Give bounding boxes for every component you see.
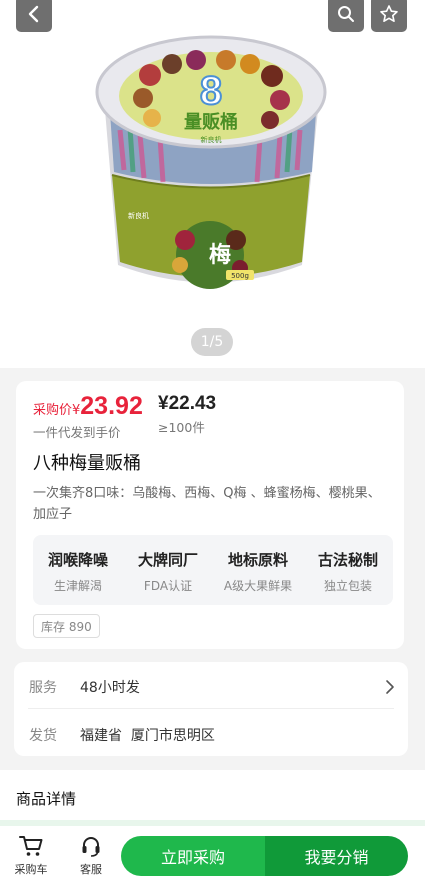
service-label: 服务 [29, 680, 57, 696]
cart-label: 采购车 [14, 863, 48, 876]
back-arrow-icon [28, 5, 39, 23]
divider [28, 708, 394, 709]
product-image: 8 量贩桶 新良机 新良机 梅 500g [95, 35, 327, 289]
headset-icon [82, 837, 100, 857]
bulk-price-section: ¥22.43 ≥100件 [158, 393, 216, 436]
feature-sub: 独立包装 [323, 579, 372, 593]
feature-sub: A级大果鲜果 [223, 579, 293, 593]
feature-item: 大牌同厂 FDA认证 [123, 535, 213, 605]
back-button[interactable] [16, 0, 52, 32]
feature-title: 地标原料 [227, 551, 288, 569]
feature-title: 古法秘制 [317, 551, 378, 569]
distribute-button[interactable]: 我要分销 [265, 836, 408, 876]
shipping-value: 福建省 厦门市思明区 [80, 728, 215, 744]
product-title: 八种梅量贩桶 [33, 453, 141, 474]
feature-sub: FDA认证 [143, 579, 193, 593]
shipping-row: 发货 福建省 厦门市思明区 [29, 725, 215, 745]
shipping-label: 发货 [29, 728, 57, 744]
feature-item: 地标原料 A级大果鲜果 [213, 535, 303, 605]
lid-brand: 新良机 [201, 135, 222, 144]
product-image-area[interactable]: 8 量贩桶 新良机 新良机 梅 500g 1/5 [0, 0, 425, 368]
star-icon [380, 5, 398, 22]
lid-number: 8 [200, 69, 222, 113]
lid-text: 量贩桶 [184, 111, 238, 133]
favorite-button[interactable] [371, 0, 407, 32]
feature-title: 大牌同厂 [137, 551, 198, 569]
service-value: 48小时发 [80, 680, 140, 696]
stock-badge: 库存 890 [33, 614, 100, 638]
bulk-price-note: ≥100件 [158, 420, 205, 435]
feature-title: 润喉降噪 [47, 551, 108, 569]
label-char: 梅 [209, 242, 231, 268]
image-pager: 1/5 [191, 328, 233, 356]
support-tab[interactable]: 客服 [68, 834, 114, 877]
details-section: 商品详情 [0, 770, 425, 826]
body-brand: 新良机 [128, 211, 149, 220]
label-weight: 500g [231, 272, 249, 280]
purchase-price-value: 23.92 [80, 392, 143, 420]
details-title: 商品详情 [16, 790, 77, 808]
cta-group: 立即采购 我要分销 [121, 836, 408, 876]
product-description: 一次集齐8口味：乌酸梅、西梅、Q梅 、蜂蜜杨梅、樱桃果、加应子 [33, 486, 381, 522]
bulk-price-value: ¥22.43 [158, 393, 217, 414]
support-label: 客服 [80, 863, 102, 876]
feature-list: 润喉降噪 生津解渴 大牌同厂 FDA认证 地标原料 A级大果鲜果 古法秘制 独立… [33, 535, 393, 605]
buy-now-button[interactable]: 立即采购 [121, 836, 265, 876]
chevron-right-icon [386, 680, 394, 694]
cart-tab[interactable]: 采购车 [8, 834, 54, 877]
feature-item: 古法秘制 独立包装 [303, 535, 393, 605]
feature-sub: 生津解渴 [53, 579, 102, 593]
service-row[interactable]: 服务 48小时发 [29, 677, 395, 697]
price-section: 采购价¥ 23.92 一件代发到手价 [33, 392, 143, 441]
search-icon [338, 6, 354, 22]
purchase-price-label: 采购价¥ [33, 403, 81, 418]
cart-icon [19, 836, 43, 856]
search-button[interactable] [328, 0, 364, 32]
feature-item: 润喉降噪 生津解渴 [33, 535, 123, 605]
purchase-price-note: 一件代发到手价 [33, 425, 121, 440]
